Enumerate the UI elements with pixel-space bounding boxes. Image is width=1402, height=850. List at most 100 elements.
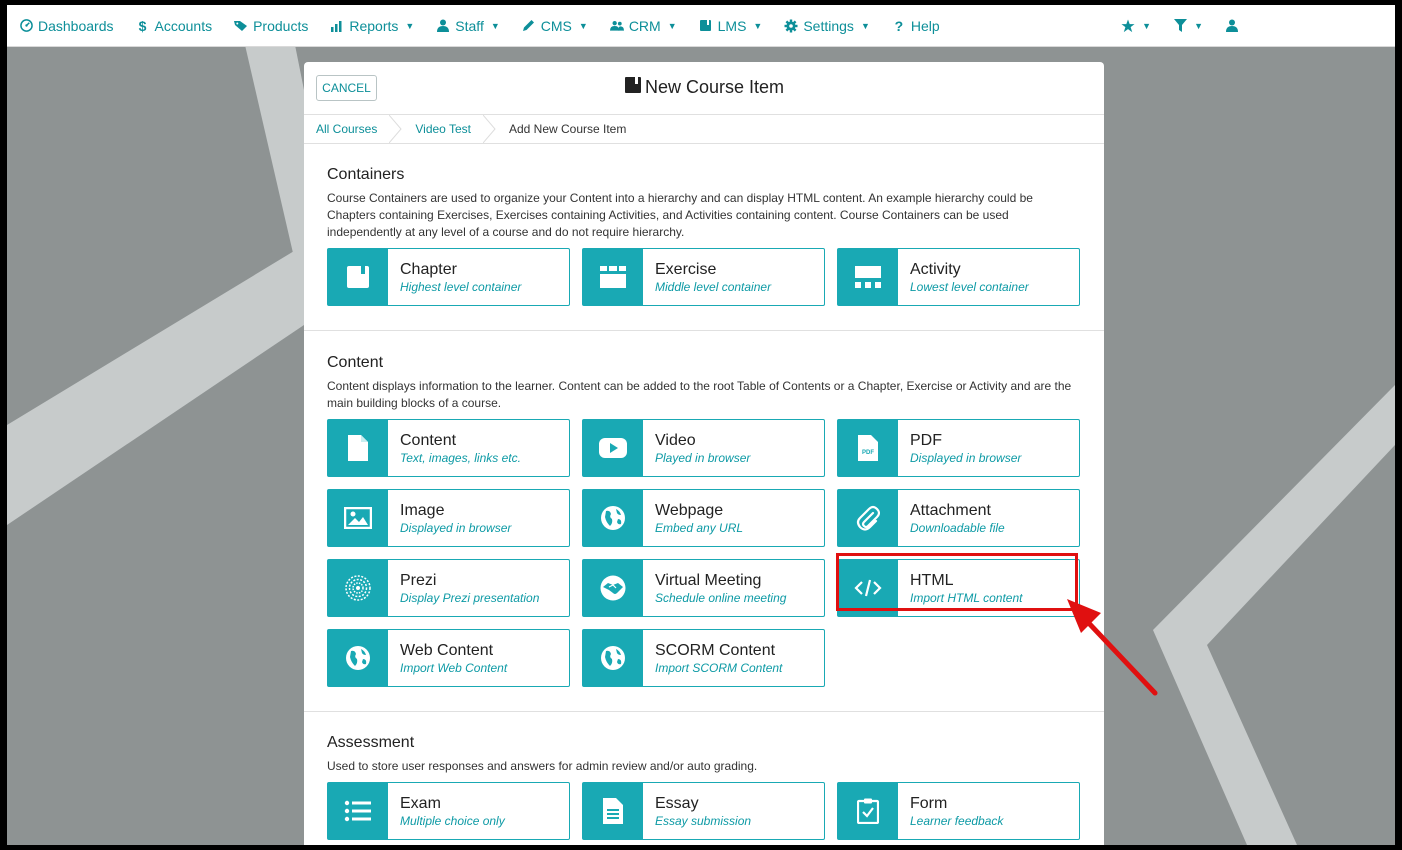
item-prezi[interactable]: Prezi Display Prezi presentation — [327, 559, 570, 617]
dollar-icon: $ — [138, 17, 147, 34]
caret-down-icon: ▼ — [1142, 20, 1152, 31]
section-containers: Containers Course Containers are used to… — [304, 144, 1104, 331]
item-form[interactable]: Form Learner feedback — [837, 782, 1080, 840]
caret-down-icon: ▼ — [490, 20, 500, 31]
user-icon — [1225, 19, 1239, 33]
caret-down-icon: ▼ — [405, 20, 415, 31]
youtube-icon — [583, 420, 643, 476]
item-name: SCORM Content — [655, 641, 776, 659]
item-video[interactable]: Video Played in browser — [582, 419, 825, 477]
section-content: Content Content displays information to … — [304, 331, 1104, 712]
section-description: Course Containers are used to organize y… — [327, 191, 1033, 239]
item-html[interactable]: HTML Import HTML content — [837, 559, 1080, 617]
nav-dashboards[interactable]: Dashboards — [19, 18, 114, 34]
item-name: Prezi — [400, 571, 437, 589]
item-subtitle: Played in browser — [655, 450, 751, 465]
book-icon — [699, 19, 713, 33]
essay-icon — [583, 783, 643, 839]
nav-reports[interactable]: Reports ▼ — [330, 18, 414, 34]
breadcrumb-current: Add New Course Item — [508, 122, 627, 136]
favorites-menu[interactable]: ▼ — [1121, 18, 1152, 33]
nav-lms[interactable]: LMS ▼ — [699, 17, 763, 34]
nav-settings[interactable]: Settings ▼ — [784, 18, 870, 34]
caret-down-icon: ▼ — [667, 20, 677, 31]
item-name: Exercise — [655, 260, 717, 278]
page-title: New Course Item — [644, 77, 785, 97]
nav-label: LMS — [717, 17, 747, 34]
breadcrumb-separator — [389, 115, 403, 143]
item-subtitle: Displayed in browser — [400, 520, 512, 535]
caret-down-icon: ▼ — [753, 20, 763, 31]
item-name: Content — [400, 431, 457, 449]
caret-down-icon: ▼ — [860, 20, 870, 31]
item-name: Image — [400, 501, 445, 519]
item-virtual-meeting[interactable]: Virtual Meeting Schedule online meeting — [582, 559, 825, 617]
item-name: Activity — [910, 260, 961, 278]
nav-crm[interactable]: CRM ▼ — [609, 17, 677, 34]
handshake-icon — [583, 560, 643, 616]
breadcrumb-all-courses[interactable]: All Courses — [304, 115, 389, 143]
tag-icon — [234, 19, 248, 33]
item-subtitle: Multiple choice only — [400, 813, 505, 828]
item-name: Web Content — [400, 641, 494, 659]
item-subtitle: Highest level container — [400, 279, 522, 294]
item-subtitle: Embed any URL — [655, 520, 744, 535]
nav-label: Help — [910, 17, 940, 34]
nav-label: Staff — [455, 17, 484, 34]
section-assessment: Assessment Used to store user responses … — [304, 712, 1104, 840]
item-exercise[interactable]: Exercise Middle level container — [582, 248, 825, 306]
item-scorm-content[interactable]: SCORM Content Import SCORM Content — [582, 629, 825, 687]
nav-products[interactable]: Products — [234, 18, 308, 34]
item-subtitle: Import SCORM Content — [655, 660, 783, 675]
item-chapter[interactable]: Chapter Highest level container — [327, 248, 570, 306]
item-name: Essay — [655, 794, 699, 812]
item-exam[interactable]: Exam Multiple choice only — [327, 782, 570, 840]
section-title: Assessment — [327, 734, 415, 751]
item-web-content[interactable]: Web Content Import Web Content — [327, 629, 570, 687]
item-essay[interactable]: Essay Essay submission — [582, 782, 825, 840]
item-subtitle: Import HTML content — [910, 590, 1023, 605]
item-webpage[interactable]: Webpage Embed any URL — [582, 489, 825, 547]
nav-accounts[interactable]: $ Accounts — [136, 18, 213, 34]
item-pdf[interactable]: PDF PDF Displayed in browser — [837, 419, 1080, 477]
pencil-icon — [522, 19, 536, 33]
nav-cms[interactable]: CMS ▼ — [522, 18, 588, 34]
item-grid: Content Text, images, links etc. Video Pla… — [327, 419, 1081, 687]
item-image[interactable]: Image Displayed in browser — [327, 489, 570, 547]
exercise-icon — [583, 249, 643, 305]
nav-label: CRM — [628, 17, 661, 34]
code-icon — [838, 560, 898, 616]
item-subtitle: Downloadable file — [910, 520, 1005, 535]
item-subtitle: Import Web Content — [400, 660, 508, 675]
item-name: Video — [655, 431, 696, 449]
nav-help[interactable]: ? Help — [892, 18, 940, 34]
item-name: Exam — [400, 794, 441, 812]
breadcrumb-video-test[interactable]: Video Test — [403, 115, 483, 143]
paperclip-icon — [838, 490, 898, 546]
filter-menu[interactable]: ▼ — [1173, 19, 1203, 33]
user-menu[interactable] — [1225, 19, 1239, 33]
nav-label: Dashboards — [38, 17, 114, 34]
item-subtitle: Lowest level container — [910, 279, 1029, 294]
nav-staff[interactable]: Staff ▼ — [436, 17, 500, 34]
prezi-icon — [328, 560, 388, 616]
item-content[interactable]: Content Text, images, links etc. — [327, 419, 570, 477]
item-activity[interactable]: Activity Lowest level container — [837, 248, 1080, 306]
item-subtitle: Schedule online meeting — [655, 590, 787, 605]
item-name: Chapter — [400, 260, 457, 278]
item-attachment[interactable]: Attachment Downloadable file — [837, 489, 1080, 547]
gear-icon — [784, 19, 798, 33]
activity-icon — [838, 249, 898, 305]
question-icon: ? — [894, 17, 904, 34]
dashboard-icon — [19, 19, 33, 33]
star-icon — [1121, 18, 1135, 33]
item-name: Webpage — [655, 501, 724, 519]
globe-icon — [583, 490, 643, 546]
breadcrumb-separator — [482, 115, 496, 143]
item-subtitle: Displayed in browser — [910, 450, 1022, 465]
nav-label: Settings — [803, 17, 854, 34]
app-frame: Dashboards $ Accounts Products Reports ▼… — [7, 5, 1395, 845]
page-title-wrap: New Course Item — [304, 76, 1104, 99]
item-name: Form — [910, 794, 948, 812]
nav-label: Products — [253, 17, 309, 34]
